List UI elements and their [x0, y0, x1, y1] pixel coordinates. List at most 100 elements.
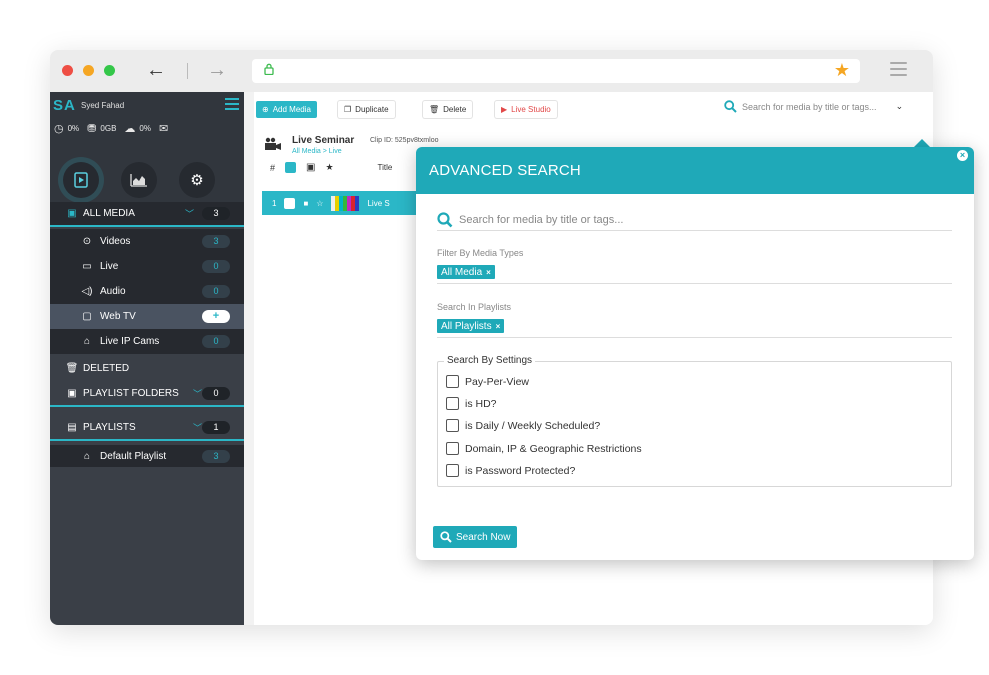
- close-icon[interactable]: ×: [957, 150, 968, 161]
- storage-icon: ⛃: [87, 123, 97, 135]
- sidebar-item-videos[interactable]: ⊙ Videos 3: [50, 229, 244, 254]
- bandwidth-stat: 0%: [139, 124, 151, 133]
- checkbox[interactable]: [446, 442, 459, 455]
- checkbox[interactable]: [446, 375, 459, 388]
- nav-divider: [187, 63, 188, 79]
- advanced-search-header: ADVANCED SEARCH ×: [416, 147, 974, 194]
- option-label: Domain, IP & Geographic Restrictions: [465, 442, 642, 455]
- option-label: is Daily / Weekly Scheduled?: [465, 419, 601, 432]
- sidebar-item-web-tv[interactable]: ▢ Web TV +: [50, 304, 244, 329]
- option-label: is Password Protected?: [465, 464, 576, 477]
- forward-arrow-icon[interactable]: →: [207, 59, 227, 82]
- chevron-down-icon[interactable]: ﹀: [185, 207, 194, 220]
- delete-button[interactable]: 🗑 Delete: [423, 101, 473, 118]
- breadcrumb[interactable]: All Media > Live: [292, 148, 342, 155]
- mail-icon[interactable]: ✉: [159, 122, 168, 135]
- row-number: 1: [272, 198, 277, 208]
- option-password-protected[interactable]: is Password Protected?: [446, 464, 575, 477]
- settings-legend: Search By Settings: [444, 355, 536, 366]
- minimize-window-button[interactable]: [83, 65, 94, 76]
- sidebar-item-deleted[interactable]: 🗑 DELETED: [50, 356, 244, 381]
- search-input[interactable]: [459, 213, 939, 226]
- sidebar-item-all-media[interactable]: ▣ ALL MEDIA ﹀ 3: [50, 202, 244, 227]
- media-type-chip[interactable]: All Media ×: [437, 265, 495, 279]
- add-media-button[interactable]: ⊕ Add Media: [256, 101, 317, 118]
- sidebar-item-playlists[interactable]: ▤ PLAYLISTS ﹀ 1: [50, 416, 244, 441]
- sidebar-header: SA Syed Fahad ◷ 0% ⛃ 0GB ☁ 0% ✉ ⚙: [50, 92, 244, 202]
- sidebar-item-label: Live IP Cams: [100, 336, 160, 347]
- favorite-star-icon[interactable]: ☆: [316, 199, 323, 208]
- play-circle-icon: ⊙: [82, 236, 92, 247]
- checkbox[interactable]: [446, 397, 459, 410]
- checkbox[interactable]: [446, 464, 459, 477]
- option-scheduled[interactable]: is Daily / Weekly Scheduled?: [446, 419, 600, 432]
- count-badge: 3: [202, 235, 230, 248]
- back-arrow-icon[interactable]: ←: [146, 59, 166, 82]
- count-badge: 3: [202, 207, 230, 220]
- top-search-placeholder: Search for media by title or tags...: [742, 101, 877, 112]
- option-pay-per-view[interactable]: Pay-Per-View: [446, 375, 529, 388]
- row-title: Live S: [367, 198, 390, 208]
- maximize-window-button[interactable]: [104, 65, 115, 76]
- playlists-field[interactable]: All Playlists ×: [437, 316, 952, 338]
- search-now-label: Search Now: [456, 531, 511, 543]
- chevron-down-icon[interactable]: ﹀: [193, 421, 202, 434]
- speaker-icon: ◁): [81, 286, 93, 297]
- favorite-star-icon[interactable]: ★: [325, 162, 333, 173]
- lock-icon: [264, 63, 274, 75]
- analytics-nav-icon[interactable]: [121, 162, 157, 198]
- sidebar-item-playlist-folders[interactable]: ▣ PLAYLIST FOLDERS ﹀ 0: [50, 382, 244, 407]
- sidebar-item-default-playlist[interactable]: ⌂ Default Playlist 3: [50, 445, 244, 467]
- bookmark-star-icon[interactable]: ★: [834, 60, 850, 81]
- remove-chip-icon[interactable]: ×: [486, 268, 491, 277]
- sidebar-item-label: PLAYLIST FOLDERS: [83, 388, 179, 399]
- clip-id: Clip ID: 525pv8txmloo: [370, 137, 439, 144]
- storage-stat: 0GB: [100, 124, 117, 133]
- close-window-button[interactable]: [62, 65, 73, 76]
- column-number-header: #: [270, 162, 276, 173]
- sidebar-item-label: PLAYLISTS: [83, 422, 136, 433]
- tv-icon: ▢: [82, 311, 92, 322]
- count-badge: 0: [202, 260, 230, 273]
- table-row[interactable]: 1 ■ ☆ Live S: [262, 191, 422, 215]
- settings-fieldset: Search By Settings Pay-Per-View is HD? i…: [437, 355, 952, 487]
- cloud-icon: ☁: [124, 123, 136, 135]
- duplicate-button[interactable]: ❐ Duplicate: [338, 101, 395, 118]
- advanced-search-field[interactable]: [437, 209, 952, 231]
- sidebar-item-label: Live: [100, 261, 119, 272]
- sidebar-item-live-ip-cams[interactable]: ⌂ Live IP Cams 0: [50, 329, 244, 354]
- row-checkbox[interactable]: [284, 197, 296, 209]
- advanced-search-panel: ADVANCED SEARCH × Filter By Media Types …: [416, 147, 974, 560]
- live-studio-button[interactable]: ▶ Live Studio: [495, 101, 557, 118]
- settings-gear-icon[interactable]: ⚙: [179, 162, 215, 198]
- option-restrictions[interactable]: Domain, IP & Geographic Restrictions: [446, 442, 642, 455]
- sidebar-item-label: Default Playlist: [100, 450, 167, 462]
- add-media-label: Add Media: [272, 105, 311, 114]
- ip-camera-icon: ⌂: [83, 336, 91, 347]
- chevron-down-icon[interactable]: ﹀: [193, 387, 202, 400]
- count-badge: 0: [202, 387, 230, 400]
- browser-menu-icon[interactable]: [890, 62, 907, 80]
- sidebar-item-audio[interactable]: ◁) Audio 0: [50, 279, 244, 304]
- count-badge: 1: [202, 421, 230, 434]
- select-all-checkbox[interactable]: [285, 162, 297, 173]
- address-bar[interactable]: ★: [252, 59, 860, 83]
- sidebar-item-label: Web TV: [100, 311, 136, 322]
- sidebar-menu-icon[interactable]: [225, 98, 239, 113]
- remove-chip-icon[interactable]: ×: [496, 322, 501, 331]
- option-is-hd[interactable]: is HD?: [446, 397, 497, 410]
- media-file-icon: ▣: [67, 208, 77, 219]
- search-now-button[interactable]: Search Now: [433, 526, 518, 548]
- media-types-field[interactable]: All Media ×: [437, 262, 952, 284]
- add-web-tv-button[interactable]: +: [202, 310, 230, 323]
- media-nav-icon[interactable]: [63, 162, 99, 198]
- checkbox[interactable]: [446, 419, 459, 432]
- chevron-down-icon[interactable]: ⌄: [896, 101, 904, 112]
- trash-icon: 🗑: [429, 105, 440, 114]
- playlist-chip[interactable]: All Playlists ×: [437, 319, 505, 333]
- sidebar-item-live[interactable]: ▭ Live 0: [50, 254, 244, 279]
- sidebar-item-label: ALL MEDIA: [83, 208, 135, 219]
- user-initials: SA: [53, 97, 76, 114]
- search-icon: [440, 531, 452, 543]
- top-search-bar[interactable]: Search for media by title or tags... ⌄: [724, 100, 924, 113]
